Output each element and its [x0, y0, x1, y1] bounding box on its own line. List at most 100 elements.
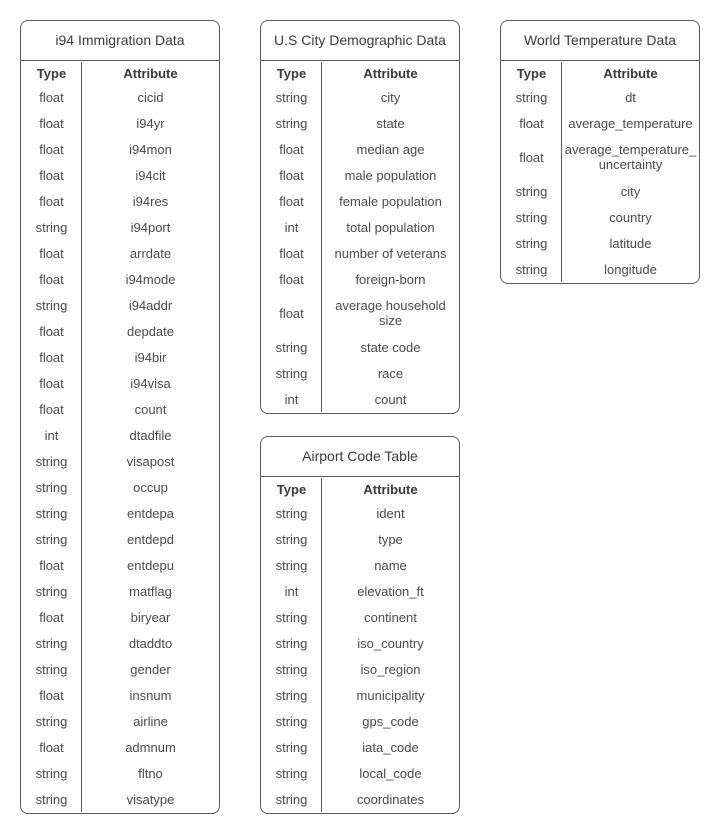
type-cell: float: [39, 687, 64, 703]
table-row: string type: [261, 526, 459, 552]
table-row: string city: [261, 84, 459, 110]
table-title: World Temperature Data: [501, 21, 699, 61]
type-cell: string: [515, 89, 548, 105]
table-row: string state: [261, 110, 459, 136]
type-cell: float: [279, 193, 304, 209]
type-cell: string: [35, 219, 68, 235]
attribute-cell: i94visa: [130, 375, 171, 391]
table-row: string iata_code: [261, 734, 459, 760]
type-cell: float: [39, 141, 64, 157]
attribute-cell: visapost: [126, 453, 175, 469]
type-cell: float: [39, 557, 64, 573]
table-row: float admnum: [21, 734, 219, 760]
header-type: Type: [36, 65, 67, 81]
type-cell: string: [35, 791, 68, 807]
attribute-cell: male population: [344, 167, 437, 183]
table-row: float depdate: [21, 318, 219, 344]
attribute-cell: iso_region: [360, 661, 421, 677]
table-title: U.S City Demographic Data: [261, 21, 459, 61]
attribute-cell: i94bir: [134, 349, 167, 365]
type-cell: string: [275, 661, 308, 677]
type-cell: string: [35, 765, 68, 781]
table-row: string longitude: [501, 256, 699, 282]
attribute-cell: dt: [625, 89, 636, 105]
table-body: Type Attribute string dt float average_temper…: [501, 62, 699, 282]
header-attribute: Attribute: [603, 65, 658, 81]
attribute-cell: biryear: [130, 609, 171, 625]
type-cell: string: [275, 531, 308, 547]
attribute-cell: i94yr: [136, 115, 165, 131]
attribute-cell: dtaddto: [128, 635, 173, 651]
table-row: string coordinates: [261, 786, 459, 812]
attribute-cell: fltno: [138, 765, 163, 781]
attribute-cell: airline: [133, 713, 168, 729]
table-row: float i94visa: [21, 370, 219, 396]
attribute-cell: i94cit: [135, 167, 166, 183]
table-row: string fltno: [21, 760, 219, 786]
attribute-cell: average_temperature_ uncertainty: [564, 142, 697, 172]
type-cell: string: [275, 609, 308, 625]
type-cell: float: [39, 193, 64, 209]
attribute-cell: depdate: [127, 323, 174, 339]
table-row: string visapost: [21, 448, 219, 474]
type-cell: string: [35, 297, 68, 313]
header-type: Type: [276, 65, 307, 81]
table-row: string local_code: [261, 760, 459, 786]
type-cell: string: [275, 557, 308, 573]
table-row: string state code: [261, 334, 459, 360]
table-title: Airport Code Table: [261, 437, 459, 477]
table-row: string ident: [261, 500, 459, 526]
table-row: float female population: [261, 188, 459, 214]
attribute-cell: entdepd: [127, 531, 174, 547]
table-row: float average_temperature_ uncertainty: [501, 136, 699, 178]
attribute-cell: count: [374, 391, 407, 407]
type-cell: string: [275, 791, 308, 807]
table-row: string municipality: [261, 682, 459, 708]
type-cell: string: [35, 505, 68, 521]
type-cell: float: [279, 271, 304, 287]
table-row: int elevation_ft: [261, 578, 459, 604]
attribute-cell: coordinates: [356, 791, 425, 807]
type-cell: string: [275, 115, 308, 131]
attribute-cell: median age: [356, 141, 425, 157]
table-row: string continent: [261, 604, 459, 630]
table-row: string iso_country: [261, 630, 459, 656]
type-cell: int: [284, 219, 299, 235]
header-attribute: Attribute: [363, 65, 418, 81]
column-divider: [321, 478, 322, 812]
type-cell: string: [515, 183, 548, 199]
table-row: float i94res: [21, 188, 219, 214]
table-row: string latitude: [501, 230, 699, 256]
table-row: float male population: [261, 162, 459, 188]
type-cell: string: [275, 765, 308, 781]
table-row: float cicid: [21, 84, 219, 110]
table-row: string matflag: [21, 578, 219, 604]
type-cell: string: [515, 235, 548, 251]
type-cell: float: [39, 323, 64, 339]
table-row: string iso_region: [261, 656, 459, 682]
table-row: float i94cit: [21, 162, 219, 188]
attribute-cell: i94mon: [129, 141, 172, 157]
table-row: string entdepa: [21, 500, 219, 526]
table-row: string occup: [21, 474, 219, 500]
table-row: string i94port: [21, 214, 219, 240]
table-us-city-demographic-data: U.S City Demographic Data Type Attribute s…: [260, 20, 460, 414]
type-cell: float: [279, 141, 304, 157]
table-row: string dt: [501, 84, 699, 110]
table-row: int total population: [261, 214, 459, 240]
table-row: float arrdate: [21, 240, 219, 266]
type-cell: float: [279, 167, 304, 183]
type-cell: float: [519, 115, 544, 131]
header-row: Type Attribute: [501, 62, 699, 84]
table-row: string i94addr: [21, 292, 219, 318]
type-cell: string: [275, 713, 308, 729]
attribute-cell: country: [609, 209, 652, 225]
type-cell: float: [39, 375, 64, 391]
table-row: string dtaddto: [21, 630, 219, 656]
attribute-cell: latitude: [609, 235, 652, 251]
table-airport-code-table: Airport Code Table Type Attribute string id…: [260, 436, 460, 814]
attribute-cell: iata_code: [362, 739, 419, 755]
type-cell: string: [515, 261, 548, 277]
type-cell: string: [275, 635, 308, 651]
table-row: float count: [21, 396, 219, 422]
